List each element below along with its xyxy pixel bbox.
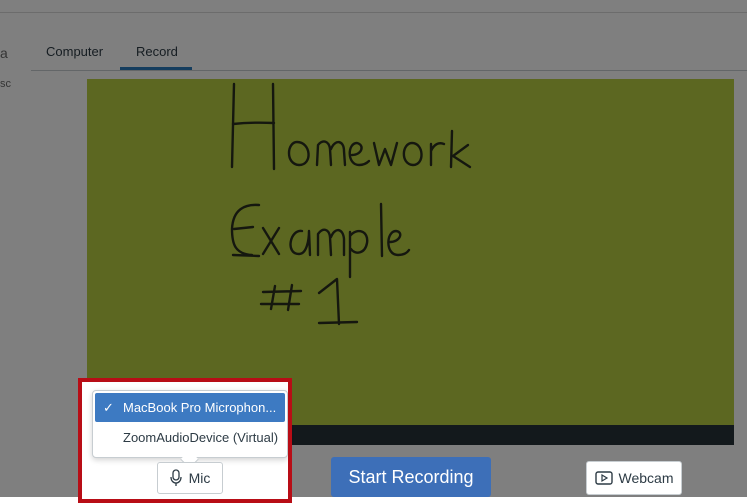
webcam-button[interactable]: Webcam xyxy=(586,461,682,495)
page: a sc Computer Record xyxy=(0,0,747,503)
start-recording-button[interactable]: Start Recording xyxy=(331,457,491,497)
annotation-highlight-box xyxy=(78,378,292,503)
webcam-button-label: Webcam xyxy=(618,470,674,486)
video-icon xyxy=(594,471,613,485)
